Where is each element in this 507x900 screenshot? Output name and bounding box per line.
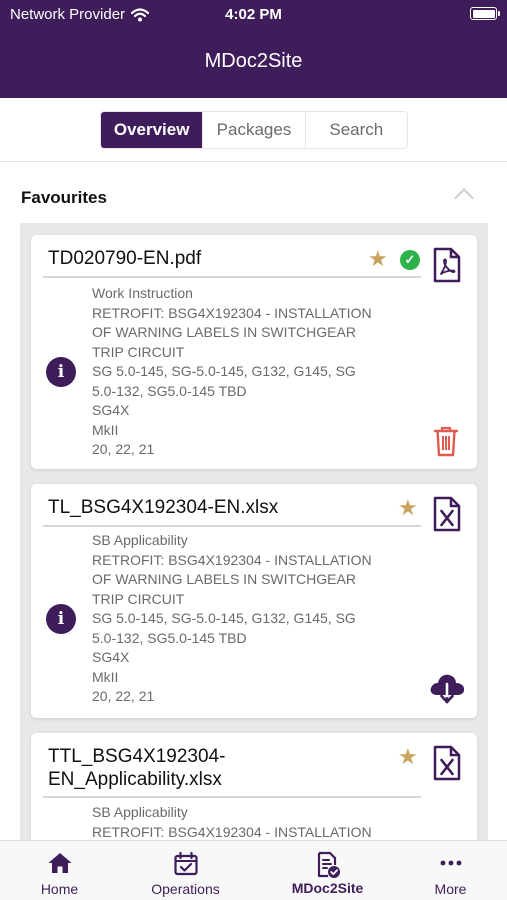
calendar-check-icon bbox=[173, 851, 198, 876]
card-filename-line: TTL_BSG4X192304- bbox=[48, 746, 226, 767]
favourites-list[interactable]: TD020790-EN.pdf ★ ✓ Work Instruction RET… bbox=[20, 223, 488, 840]
tab-mdoc2site[interactable]: MDoc2Site bbox=[264, 841, 391, 900]
card-filename: TTL_BSG4X192304- EN_Applicability.xlsx bbox=[48, 745, 225, 791]
detail-line: TRIP CIRCUIT bbox=[92, 590, 185, 607]
excel-file-icon[interactable] bbox=[433, 745, 461, 781]
favourite-card[interactable]: TTL_BSG4X192304- EN_Applicability.xlsx ★… bbox=[31, 733, 477, 840]
excel-file-icon[interactable] bbox=[433, 496, 461, 532]
segment-search[interactable]: Search bbox=[306, 112, 407, 148]
card-details: Work Instruction RETROFIT: BSG4X192304 -… bbox=[92, 284, 412, 460]
star-icon[interactable]: ★ bbox=[368, 248, 388, 270]
pdf-file-icon[interactable] bbox=[433, 247, 461, 283]
divider bbox=[0, 161, 507, 162]
favourite-card[interactable]: TL_BSG4X192304-EN.xlsx ★ SB Applicabilit… bbox=[31, 484, 477, 718]
tab-label: Operations bbox=[151, 881, 220, 897]
star-icon[interactable]: ★ bbox=[398, 746, 418, 768]
detail-line: Work Instruction bbox=[92, 285, 193, 301]
battery-icon bbox=[470, 7, 500, 20]
card-filename-line: EN_Applicability.xlsx bbox=[48, 769, 222, 790]
more-dots-icon bbox=[440, 860, 461, 866]
detail-line: SB Applicability bbox=[92, 532, 188, 548]
document-check-icon bbox=[317, 851, 340, 878]
tab-label: More bbox=[434, 881, 467, 897]
tab-label: Home bbox=[40, 881, 79, 897]
detail-line: SG 5.0-145, SG-5.0-145, G132, G145, SG bbox=[92, 363, 356, 379]
detail-line: RETROFIT: BSG4X192304 - INSTALLATION bbox=[92, 823, 372, 840]
detail-line: 5.0-132, SG5.0-145 TBD bbox=[92, 629, 247, 646]
chevron-up-icon[interactable] bbox=[454, 188, 474, 208]
segment-packages[interactable]: Packages bbox=[203, 112, 306, 148]
home-icon bbox=[48, 853, 71, 873]
detail-line: OF WARNING LABELS IN SWITCHGEAR bbox=[92, 324, 356, 340]
info-icon[interactable]: i bbox=[46, 604, 76, 634]
detail-line: MkII bbox=[92, 421, 119, 438]
tab-home[interactable]: Home bbox=[0, 841, 123, 900]
info-icon[interactable]: i bbox=[46, 357, 76, 387]
star-icon[interactable]: ★ bbox=[398, 497, 418, 519]
card-details: SB Applicability RETROFIT: BSG4X192304 -… bbox=[92, 531, 412, 707]
detail-line: MkII bbox=[92, 668, 119, 685]
detail-line: SG 5.0-145, SG-5.0-145, G132, G145, SG bbox=[92, 610, 356, 626]
page-title: MDoc2Site bbox=[204, 50, 303, 72]
detail-line: RETROFIT: BSG4X192304 - INSTALLATION bbox=[92, 551, 372, 568]
app-header: Network Provider 4:02 PM MDoc2Site bbox=[0, 0, 507, 98]
bottom-tab-bar: Home Operations MDoc2Site More bbox=[0, 840, 507, 900]
status-bar: Network Provider 4:02 PM bbox=[10, 5, 500, 25]
detail-line: SG4X bbox=[92, 402, 130, 418]
downloaded-check-icon: ✓ bbox=[400, 250, 420, 270]
detail-line: 20, 22, 21 bbox=[92, 441, 155, 457]
trash-icon[interactable] bbox=[433, 425, 459, 457]
detail-line: RETROFIT: BSG4X192304 - INSTALLATION bbox=[92, 304, 372, 321]
filename-underline bbox=[43, 276, 421, 278]
tab-more[interactable]: More bbox=[387, 841, 507, 900]
card-filename: TD020790-EN.pdf bbox=[48, 248, 202, 269]
segment-overview[interactable]: Overview bbox=[101, 112, 204, 148]
segmented-control: Overview Packages Search bbox=[100, 111, 408, 149]
status-time: 4:02 PM bbox=[225, 6, 282, 23]
detail-line: SB Applicability bbox=[92, 804, 188, 820]
filename-underline bbox=[43, 796, 421, 798]
detail-line: TRIP CIRCUIT bbox=[92, 343, 185, 360]
detail-line: 20, 22, 21 bbox=[92, 688, 155, 704]
detail-line: OF WARNING LABELS IN SWITCHGEAR bbox=[92, 571, 356, 587]
tab-label: MDoc2Site bbox=[291, 880, 364, 896]
card-filename: TL_BSG4X192304-EN.xlsx bbox=[48, 497, 279, 518]
cloud-download-icon[interactable] bbox=[428, 671, 466, 705]
detail-line: SG4X bbox=[92, 649, 130, 665]
favourite-card[interactable]: TD020790-EN.pdf ★ ✓ Work Instruction RET… bbox=[31, 235, 477, 469]
tab-operations[interactable]: Operations bbox=[122, 841, 249, 900]
filename-underline bbox=[43, 525, 421, 527]
card-details: SB Applicability RETROFIT: BSG4X192304 -… bbox=[92, 803, 412, 840]
detail-line: 5.0-132, SG5.0-145 TBD bbox=[92, 382, 247, 399]
favourites-title: Favourites bbox=[21, 188, 107, 207]
